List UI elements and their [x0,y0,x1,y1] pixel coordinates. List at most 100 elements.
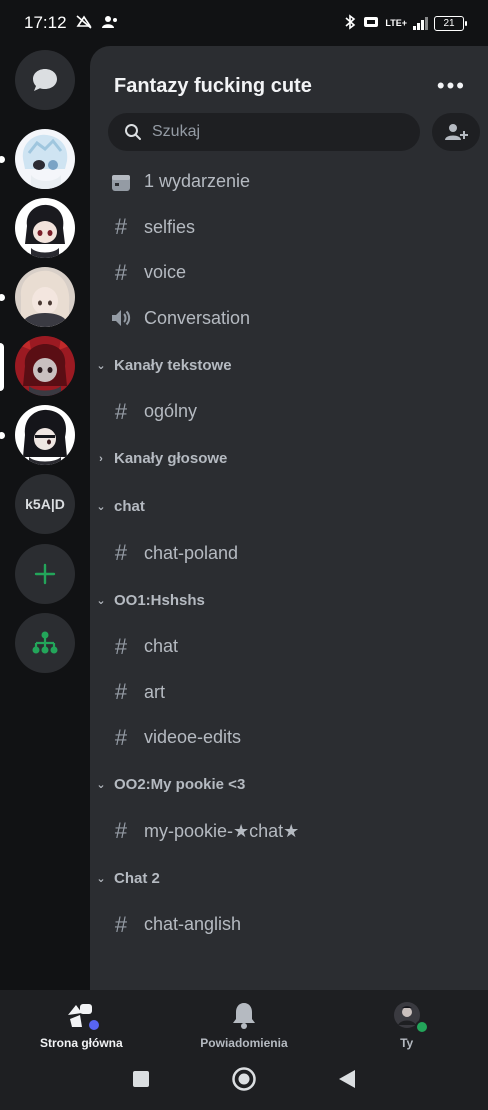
dnd-icon [75,14,93,33]
battery-indicator: 21 [434,15,467,31]
category-label: Kanały tekstowe [114,356,232,374]
channel-list: 1 wydarzenie # selfies # voice Conversat… [90,159,488,948]
chevron-down-icon: ⌄ [96,501,106,513]
direct-messages-button[interactable] [15,50,75,110]
hash-icon: # [114,724,128,750]
signal-icon [413,16,428,30]
category-label: chat [114,498,145,515]
unread-indicator [0,156,5,163]
contacts-icon [101,15,119,32]
category-header[interactable]: ⌄ OO2:My pookie <3 [90,761,488,809]
discover-servers-button[interactable] [15,613,75,673]
channel-label: ogólny [144,401,198,422]
chevron-down-icon: ⌄ [96,594,106,607]
notification-badge [87,1018,102,1032]
server-icon-text[interactable]: k5A|D [15,474,75,534]
back-triangle-icon [339,1069,355,1088]
channel-label: Conversation [144,307,251,328]
channel-item-chat[interactable]: # chat [90,624,488,670]
channel-item-art[interactable]: # art [90,670,488,716]
unread-indicator [0,294,5,301]
nav-you[interactable]: Ty [337,1000,477,1050]
chevron-down-icon: ⌄ [96,779,106,791]
search-input[interactable]: Szukaj [108,113,420,151]
channel-item-selfies[interactable]: # selfies [90,205,488,251]
avatar [391,1000,429,1034]
bottom-navigation: Strona główna Powiadomienia Ty [0,990,488,1052]
category-label: OO1:Hshshs [114,591,205,609]
search-placeholder: Szukaj [152,123,201,140]
category-label: Chat 2 [114,869,160,887]
hash-icon: # [114,540,128,566]
hierarchy-icon [32,631,58,654]
plus-icon [34,563,56,585]
square-icon [133,1070,149,1087]
hash-icon: # [114,214,128,240]
more-options-icon[interactable]: ••• [437,73,466,99]
category-header[interactable]: ⌄ Chat 2 [90,854,488,902]
status-bar: 17:12 LTE+ 21 [0,0,488,46]
server-icon-1[interactable] [15,129,75,189]
search-row: Szukaj [108,112,480,152]
server-avatar-5 [15,405,75,465]
circle-icon [232,1066,256,1091]
channel-label: videoe-edits [144,727,242,748]
category-label: OO2:My pookie <3 [114,776,246,793]
chevron-right-icon: › [99,452,103,465]
channel-item-chat-anglish[interactable]: # chat-anglish [90,902,488,948]
channel-item-ogolny[interactable]: # ogólny [90,389,488,435]
bluetooth-icon [343,13,357,33]
add-member-icon [445,124,468,140]
channel-label: my-pookie-★chat★ [144,820,300,841]
selected-server-indicator [0,343,4,391]
server-icon-4[interactable] [15,336,75,396]
invite-button[interactable] [432,113,480,151]
category-header[interactable]: ⌄ chat [90,483,488,531]
vpn-icon [363,15,379,32]
home-icon [65,1000,102,1032]
channel-item-chat-poland[interactable]: # chat-poland [90,531,488,577]
server-icon-5[interactable] [15,405,75,465]
hash-icon: # [114,259,128,285]
events-item[interactable]: 1 wydarzenie [90,159,488,205]
nav-home[interactable]: Strona główna [11,1000,151,1050]
server-rail: k5A|D [0,46,90,990]
recents-button[interactable] [131,1069,151,1094]
search-icon [125,124,141,140]
server-avatar-4 [15,336,75,396]
hash-icon: # [114,398,128,424]
server-icon-3[interactable] [15,267,75,327]
nav-notifications[interactable]: Powiadomienia [174,1000,314,1050]
channel-label: art [144,681,166,702]
server-avatar-2 [15,198,75,258]
channel-item-conversation[interactable]: Conversation [90,296,488,342]
home-system-button[interactable] [231,1066,257,1097]
channel-label: voice [144,262,187,283]
server-icon-2[interactable] [15,198,75,258]
online-status-badge [414,1020,429,1034]
back-button[interactable] [337,1068,357,1095]
channel-item-my-pookie-chat[interactable]: # my-pookie-★chat★ [90,809,488,855]
channel-item-videoe-edits[interactable]: # videoe-edits [90,715,488,761]
nav-notifications-label: Powiadomienia [200,1036,288,1050]
nav-you-label: Ty [400,1036,414,1050]
category-header[interactable]: ⌄ Kanały tekstowe [90,341,488,389]
server-acronym: k5A|D [25,496,65,512]
channel-item-voice[interactable]: # voice [90,250,488,296]
network-type: LTE+ [385,17,407,28]
calendar-icon [110,172,132,192]
events-label: 1 wydarzenie [144,171,251,192]
unread-indicator [0,432,5,439]
hash-icon: # [114,818,128,844]
server-avatar-3 [15,267,75,327]
category-header[interactable]: ⌄ OO1:Hshshs [90,576,488,624]
status-time: 17:12 [24,13,67,32]
server-avatar-1 [15,129,75,189]
hash-icon: # [114,679,128,705]
category-header[interactable]: › Kanały głosowe [90,435,488,483]
add-server-button[interactable] [15,544,75,604]
chevron-down-icon: ⌄ [96,359,106,372]
channel-label: chat-anglish [144,914,242,935]
hash-icon: # [114,633,128,659]
channel-label: chat-poland [144,542,239,563]
